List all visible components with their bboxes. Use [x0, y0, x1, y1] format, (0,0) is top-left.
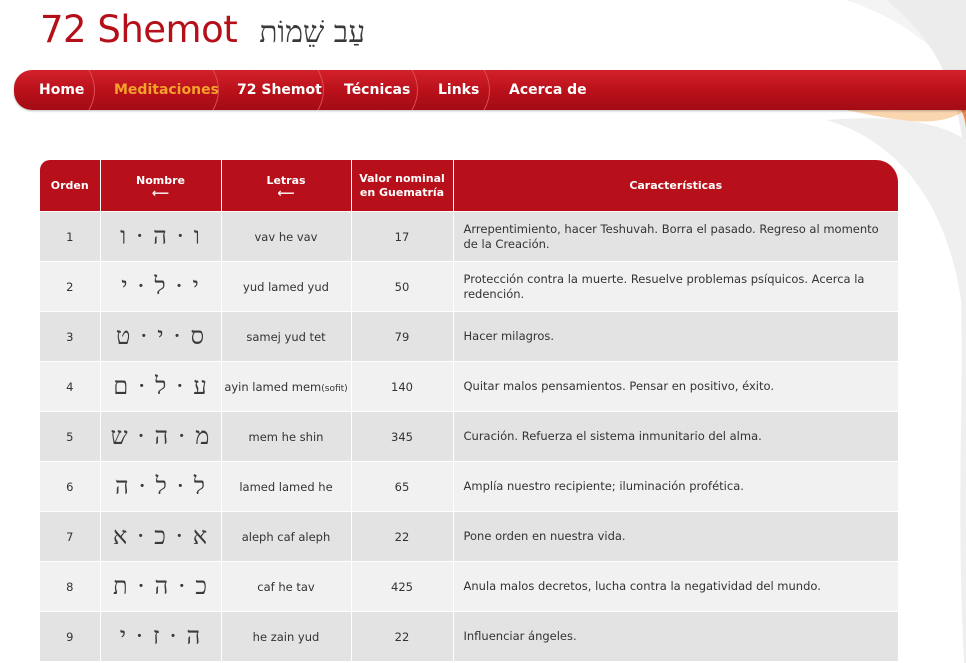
table-row: 2 י · ל · י yud lamed yud 50 Protección … [40, 261, 898, 312]
cell-valor: 345 [351, 411, 454, 462]
cell-orden: 3 [40, 311, 101, 362]
header-valor: Valor nominal en Guematría [351, 160, 454, 212]
letras-text: caf he tav [257, 579, 315, 594]
site-header: 72 Shemot עַב שֵׁמוֹת [40, 8, 365, 58]
letras-text: yud lamed yud [243, 279, 329, 294]
cell-letras: yud lamed yud [221, 261, 352, 312]
site-title-hebrew: עַב שֵׁמוֹת [259, 15, 366, 50]
cell-letras: mem he shin [221, 411, 352, 462]
table-row: 5 מ · ה · ש mem he shin 345 Curación. Re… [40, 411, 898, 462]
cell-letras: aleph caf aleph [221, 511, 352, 562]
cell-nombre: ו · ה · ו [100, 211, 222, 262]
nav-links[interactable]: Links [438, 70, 479, 110]
header-nombre: Nombre ⟵ [100, 160, 222, 212]
cell-nombre: ל · ל · ה [100, 461, 222, 512]
cell-nombre: י · ל · י [100, 261, 222, 312]
site-title[interactable]: 72 Shemot [40, 8, 238, 51]
table-row: 7 א · כ · א aleph caf aleph 22 Pone orde… [40, 511, 898, 562]
cell-orden: 9 [40, 611, 101, 661]
letras-text: lamed lamed he [239, 479, 333, 494]
nav-separator [88, 70, 95, 110]
table-row: 8 כ · ה · ת caf he tav 425 Anula malos d… [40, 561, 898, 612]
nav-72-shemot[interactable]: 72 Shemot [237, 70, 322, 110]
letras-text: mem he shin [248, 429, 324, 444]
cell-nombre: ה · ז · י [100, 611, 222, 661]
cell-valor: 17 [351, 211, 454, 262]
cell-caracteristicas: Hacer milagros. [453, 311, 898, 362]
cell-nombre: מ · ה · ש [100, 411, 222, 462]
cell-valor: 22 [351, 611, 454, 661]
cell-caracteristicas: Arrepentimiento, hacer Teshuvah. Borra e… [453, 211, 898, 262]
header-letras-label: Letras [266, 173, 306, 187]
letras-text: vav he vav [254, 229, 318, 244]
cell-caracteristicas: Anula malos decretos, lucha contra la ne… [453, 561, 898, 612]
cell-orden: 5 [40, 411, 101, 462]
cell-letras: lamed lamed he [221, 461, 352, 512]
main-navigation: Home Meditaciones 72 Shemot Técnicas Lin… [14, 70, 966, 110]
cell-orden: 7 [40, 511, 101, 562]
cell-letras: vav he vav [221, 211, 352, 262]
shemot-table-container: Orden Nombre ⟵ Letras ⟵ Valor nominal en… [40, 160, 898, 661]
cell-nombre: כ · ה · ת [100, 561, 222, 612]
nav-home[interactable]: Home [39, 70, 84, 110]
letras-text: aleph caf aleph [241, 529, 331, 544]
cell-caracteristicas: Pone orden en nuestra vida. [453, 511, 898, 562]
cell-letras: caf he tav [221, 561, 352, 612]
cell-letras: ayin lamed mem(sofit) [221, 361, 352, 412]
left-arrow-icon: ⟵ [151, 185, 170, 200]
left-arrow-icon: ⟵ [277, 185, 295, 200]
table-row: 4 ע · ל · ם ayin lamed mem(sofit) 140 Qu… [40, 361, 898, 412]
cell-nombre: ע · ל · ם [100, 361, 222, 412]
table-row: 1 ו · ה · ו vav he vav 17 Arrepentimient… [40, 211, 898, 262]
cell-orden: 8 [40, 561, 101, 612]
cell-orden: 6 [40, 461, 101, 512]
cell-caracteristicas: Amplía nuestro recipiente; iluminación p… [453, 461, 898, 512]
shemot-table: Orden Nombre ⟵ Letras ⟵ Valor nominal en… [40, 160, 898, 661]
cell-valor: 65 [351, 461, 454, 512]
table-row: 6 ל · ל · ה lamed lamed he 65 Amplía nue… [40, 461, 898, 512]
letras-text: samej yud tet [246, 329, 326, 344]
header-letras: Letras ⟵ [221, 160, 352, 212]
cell-valor: 22 [351, 511, 454, 562]
cell-orden: 2 [40, 261, 101, 312]
letras-text: he zain yud [252, 629, 320, 644]
table-row: 3 ס · י · ט samej yud tet 79 Hacer milag… [40, 311, 898, 362]
cell-valor: 140 [351, 361, 454, 412]
header-valor-line2: en Guematría [359, 185, 445, 199]
cell-caracteristicas: Curación. Refuerza el sistema inmunitari… [453, 411, 898, 462]
table-row: 9 ה · ז · י he zain yud 22 Influenciar á… [40, 611, 898, 661]
nav-separator [411, 70, 418, 110]
cell-caracteristicas: Quitar malos pensamientos. Pensar en pos… [453, 361, 898, 412]
header-nombre-label: Nombre [136, 173, 185, 187]
cell-caracteristicas: Protección contra la muerte. Resuelve pr… [453, 261, 898, 312]
cell-letras: he zain yud [221, 611, 352, 661]
header-orden: Orden [40, 160, 101, 212]
cell-caracteristicas: Influenciar ángeles. [453, 611, 898, 661]
cell-nombre: א · כ · א [100, 511, 222, 562]
nav-meditaciones[interactable]: Meditaciones [114, 70, 219, 110]
cell-orden: 1 [40, 211, 101, 262]
nav-separator [483, 70, 490, 110]
cell-valor: 50 [351, 261, 454, 312]
header-caracteristicas: Características [453, 160, 898, 212]
nav-acerca-de[interactable]: Acerca de [509, 70, 587, 110]
cell-nombre: ס · י · ט [100, 311, 222, 362]
letras-text: ayin lamed mem [224, 379, 322, 394]
cell-orden: 4 [40, 361, 101, 412]
nav-tecnicas[interactable]: Técnicas [344, 70, 410, 110]
cell-letras: samej yud tet [221, 311, 352, 362]
header-valor-line1: Valor nominal [359, 171, 445, 185]
cell-valor: 79 [351, 311, 454, 362]
table-header-row: Orden Nombre ⟵ Letras ⟵ Valor nominal en… [40, 160, 898, 212]
cell-valor: 425 [351, 561, 454, 612]
letras-extra: (sofit) [321, 383, 348, 394]
